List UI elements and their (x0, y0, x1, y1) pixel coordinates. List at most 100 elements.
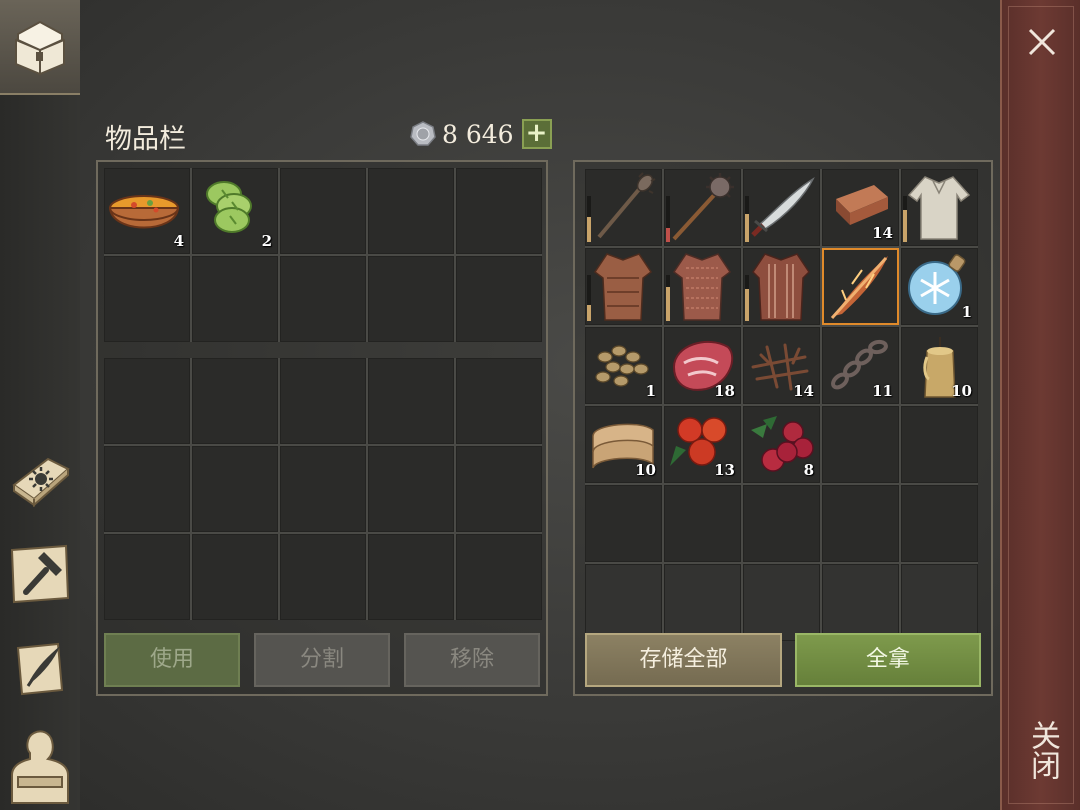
inventory-slot[interactable] (368, 256, 454, 342)
container-slot[interactable] (664, 248, 741, 325)
inventory-slot[interactable] (192, 256, 278, 342)
silver-coin-icon (410, 121, 436, 146)
item-count: 2 (261, 232, 272, 250)
item-count: 14 (872, 224, 893, 242)
container-slot[interactable]: 11 (822, 327, 899, 404)
container-slot[interactable]: 14 (743, 327, 820, 404)
use-button[interactable]: 使用 (104, 633, 240, 687)
container-grid: 14 1 1 18 14 11 10 10 13 8 (585, 169, 978, 641)
container-slot[interactable] (743, 485, 820, 562)
container-slot-selected[interactable] (822, 248, 899, 325)
add-currency-button[interactable]: + (521, 119, 552, 149)
container-slot[interactable] (901, 564, 978, 641)
item-count: 10 (951, 382, 972, 400)
container-slot[interactable]: 10 (901, 327, 978, 404)
container-slot[interactable] (664, 169, 741, 246)
container-slot[interactable] (901, 169, 978, 246)
inventory-slot[interactable] (368, 446, 454, 532)
container-slot[interactable] (901, 406, 978, 483)
inventory-slot[interactable] (456, 534, 542, 620)
item-count: 11 (872, 382, 893, 400)
durability-bar (587, 196, 591, 242)
inventory-slot[interactable] (456, 168, 542, 254)
store-all-button[interactable]: 存储全部 (585, 633, 782, 687)
inventory-slot[interactable] (280, 358, 366, 444)
container-slot[interactable] (822, 406, 899, 483)
inventory-slot[interactable] (104, 534, 190, 620)
close-icon[interactable] (1022, 22, 1062, 62)
durability-bar (666, 275, 670, 321)
container-slot[interactable] (743, 248, 820, 325)
inventory-slot[interactable] (280, 168, 366, 254)
quill-scroll-icon[interactable] (8, 636, 72, 700)
container-slot[interactable] (743, 564, 820, 641)
inventory-slot[interactable] (456, 446, 542, 532)
container-slot[interactable] (585, 485, 662, 562)
sidebar-tab-chest[interactable] (0, 0, 80, 95)
inventory-slot[interactable] (280, 446, 366, 532)
inventory-slot[interactable] (368, 534, 454, 620)
inventory-slot[interactable] (192, 446, 278, 532)
container-slot[interactable]: 13 (664, 406, 741, 483)
container-slot[interactable]: 8 (743, 406, 820, 483)
inventory-slot[interactable]: 2 (192, 168, 278, 254)
durability-fill (745, 214, 749, 242)
remove-button[interactable]: 移除 (404, 633, 540, 687)
item-count: 13 (714, 461, 735, 479)
inventory-slot[interactable] (104, 256, 190, 342)
container-slot[interactable]: 1 (585, 327, 662, 404)
item-count: 8 (803, 461, 814, 479)
inventory-slot[interactable] (192, 534, 278, 620)
inventory-slot[interactable] (280, 534, 366, 620)
item-count: 4 (173, 232, 184, 250)
flaming-spear-icon (830, 256, 888, 320)
durability-bar (903, 196, 907, 242)
container-slot[interactable] (743, 169, 820, 246)
container-slot[interactable]: 1 (901, 248, 978, 325)
currency-display: 8 646 + (410, 118, 552, 150)
character-icon[interactable] (8, 725, 72, 805)
container-slot[interactable] (585, 169, 662, 246)
durability-bar (745, 196, 749, 242)
morning-star-icon (672, 173, 734, 241)
container-slot[interactable]: 10 (585, 406, 662, 483)
chest-icon (15, 20, 65, 76)
inventory-slot[interactable] (368, 168, 454, 254)
close-bar[interactable]: 关闭 (1000, 0, 1080, 810)
durability-bar (587, 275, 591, 321)
item-count: 1 (961, 303, 972, 321)
container-slot[interactable] (585, 248, 662, 325)
durability-fill (666, 228, 670, 242)
inventory-slot[interactable] (192, 358, 278, 444)
spiked-mace-icon (597, 172, 656, 239)
item-count: 14 (793, 382, 814, 400)
split-button[interactable]: 分割 (254, 633, 390, 687)
container-slot[interactable] (664, 564, 741, 641)
inventory-slot[interactable] (280, 256, 366, 342)
container-slot[interactable]: 18 (664, 327, 741, 404)
inventory-slot[interactable] (104, 446, 190, 532)
side-menu (0, 0, 80, 810)
inventory-quick-grid: 4 2 (104, 168, 542, 342)
padded-gambeson-icon (752, 253, 810, 321)
inventory-slot[interactable] (104, 358, 190, 444)
crafting-hammer-icon[interactable] (8, 542, 72, 606)
durability-bar (666, 196, 670, 242)
close-label[interactable]: 关闭 (1024, 720, 1060, 790)
container-slot[interactable] (664, 485, 741, 562)
durability-fill (666, 286, 670, 321)
container-slot[interactable]: 14 (822, 169, 899, 246)
sun-book-icon[interactable] (8, 447, 72, 511)
inventory-slot[interactable] (368, 358, 454, 444)
container-slot[interactable] (822, 485, 899, 562)
container-slot[interactable] (822, 564, 899, 641)
inventory-slot[interactable]: 4 (104, 168, 190, 254)
container-slot[interactable] (585, 564, 662, 641)
inventory-slot[interactable] (456, 358, 542, 444)
item-count: 1 (645, 382, 656, 400)
container-slot[interactable] (901, 485, 978, 562)
take-all-button[interactable]: 全拿 (795, 633, 981, 687)
inventory-slot[interactable] (456, 256, 542, 342)
durability-fill (745, 288, 749, 321)
item-count: 10 (635, 461, 656, 479)
